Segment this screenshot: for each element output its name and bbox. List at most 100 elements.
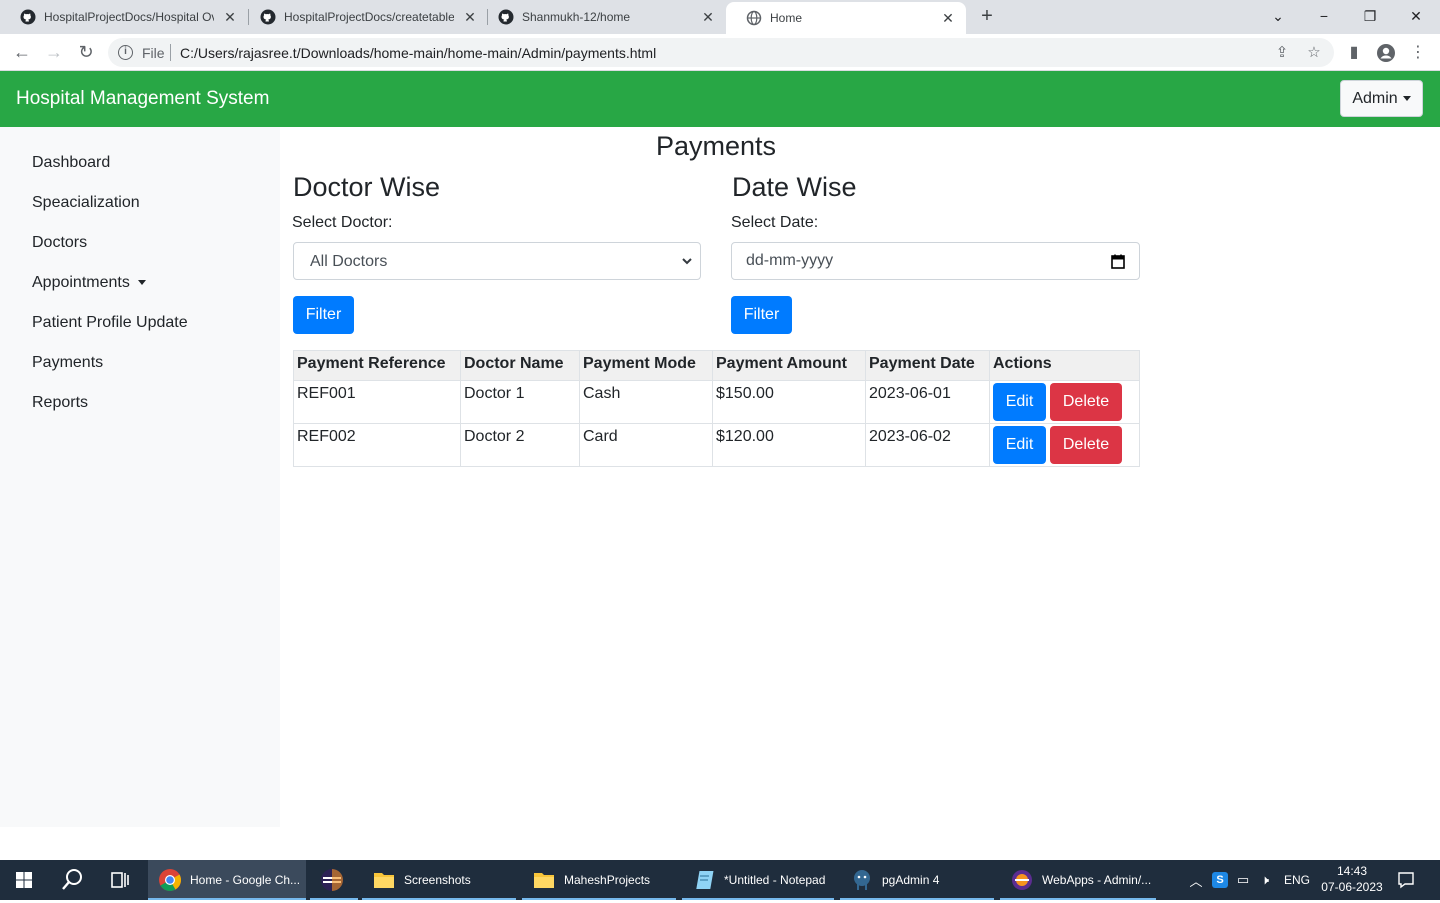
payments-table: Payment Reference Doctor Name Payment Mo… [293, 350, 1140, 467]
delete-button[interactable]: Delete [1050, 383, 1122, 421]
brand-title[interactable]: Hospital Management System [16, 88, 269, 110]
taskbar-app-label: *Untitled - Notepad [724, 873, 826, 887]
cell-payment-date: 2023-06-01 [865, 380, 990, 424]
side-panel-icon[interactable]: ▮ [1342, 41, 1366, 65]
edit-button[interactable]: Edit [993, 426, 1046, 464]
sidebar-item-specialization[interactable]: Speacialization [32, 194, 140, 212]
taskbar-app-label: Home - Google Ch... [190, 873, 301, 887]
clock-time: 14:43 [1336, 864, 1368, 878]
url-text[interactable]: C:/Users/rajasree.t/Downloads/home-main/… [180, 45, 656, 61]
sidebar-item-dashboard[interactable]: Dashboard [32, 154, 110, 172]
taskbar-app-maheshprojects[interactable]: MaheshProjects [522, 860, 676, 900]
skype-icon[interactable]: S [1212, 872, 1228, 888]
back-icon[interactable]: ← [10, 40, 34, 64]
new-tab-icon[interactable]: + [976, 6, 998, 28]
cell-actions: Edit Delete [989, 380, 1140, 424]
volume-muted-icon[interactable]: 🕨 [1254, 872, 1276, 888]
tab-title: HospitalProjectDocs/createtables [284, 10, 454, 24]
notifications-icon[interactable] [1396, 870, 1416, 890]
minimize-icon[interactable]: − [1312, 4, 1336, 28]
share-icon[interactable]: ⇪ [1272, 43, 1292, 63]
reload-icon[interactable]: ↻ [74, 40, 98, 64]
col-header-doctor-name: Doctor Name [460, 350, 580, 381]
restore-icon[interactable]: ❐ [1358, 4, 1382, 28]
cell-payment-amount: $150.00 [712, 380, 866, 424]
cell-payment-reference: REF001 [293, 380, 461, 424]
doctor-wise-heading: Doctor Wise [293, 172, 441, 202]
browser-tab[interactable]: HospitalProjectDocs/createtables ✕ [240, 0, 488, 34]
close-tab-icon[interactable]: ✕ [700, 9, 716, 26]
table-row: REF001 Doctor 1 Cash $150.00 2023-06-01 … [293, 380, 1140, 424]
doctor-filter-button[interactable]: Filter [293, 296, 354, 334]
close-tab-icon[interactable]: ✕ [462, 9, 478, 26]
browser-tab-active[interactable]: Home ✕ [726, 2, 966, 34]
tab-search-icon[interactable]: ⌄ [1266, 4, 1290, 28]
col-header-payment-amount: Payment Amount [712, 350, 866, 381]
close-tab-icon[interactable]: ✕ [940, 10, 956, 27]
delete-button[interactable]: Delete [1050, 426, 1122, 464]
forward-icon[interactable]: → [42, 40, 66, 64]
select-date-label: Select Date: [731, 214, 819, 231]
admin-dropdown-button[interactable]: Admin [1340, 80, 1423, 117]
page-title: Payments [655, 131, 777, 161]
col-header-payment-reference: Payment Reference [293, 350, 461, 381]
browser-tab[interactable]: Shanmukh-12/home ✕ [478, 0, 726, 34]
col-header-actions: Actions [989, 350, 1140, 381]
sidebar-item-reports[interactable]: Reports [32, 394, 88, 412]
folder-icon [534, 873, 554, 888]
col-header-payment-date: Payment Date [865, 350, 990, 381]
cell-payment-mode: Cash [579, 380, 713, 424]
cell-doctor-name: Doctor 1 [460, 380, 580, 424]
pgadmin-icon [854, 870, 870, 890]
github-icon [260, 9, 276, 25]
sidebar-item-label: Appointments [32, 274, 130, 291]
tab-title: Shanmukh-12/home [522, 10, 631, 24]
date-filter-button[interactable]: Filter [731, 296, 792, 334]
bookmark-star-icon[interactable]: ☆ [1304, 43, 1324, 63]
profile-avatar-icon[interactable] [1374, 41, 1398, 65]
info-icon[interactable]: i [118, 45, 133, 60]
address-bar[interactable]: i File C:/Users/rajasree.t/Downloads/hom… [108, 38, 1334, 67]
taskbar-app-pgadmin[interactable]: pgAdmin 4 [840, 860, 994, 900]
windows-start-icon[interactable] [0, 860, 48, 900]
sidebar-item-patient-profile-update[interactable]: Patient Profile Update [32, 314, 188, 332]
more-menu-icon[interactable]: ⋮ [1406, 41, 1430, 65]
globe-icon [746, 10, 762, 26]
browser-tab-strip: HospitalProjectDocs/Hospital Ov ✕ Hospit… [0, 0, 1440, 34]
admin-label: Admin [1352, 89, 1398, 107]
notepad-icon [696, 871, 714, 889]
taskbar-app-chrome[interactable]: Home - Google Ch... [148, 860, 306, 900]
calendar-icon[interactable] [1111, 254, 1125, 269]
task-view-icon[interactable] [96, 860, 144, 900]
sidebar-item-doctors[interactable]: Doctors [32, 234, 87, 252]
taskbar-app-label: Screenshots [404, 873, 471, 887]
system-tray: ︿ S ▭ 🕨 ENG [1186, 860, 1310, 900]
taskbar-app-webapps[interactable]: WebApps - Admin/... [1000, 860, 1156, 900]
chevron-up-icon[interactable]: ︿ [1186, 871, 1206, 890]
close-tab-icon[interactable]: ✕ [222, 9, 238, 26]
browser-tab[interactable]: HospitalProjectDocs/Hospital Ov ✕ [0, 0, 248, 34]
sidebar-item-appointments[interactable]: Appointments [32, 274, 146, 292]
date-input[interactable]: dd-mm-yyyy [731, 242, 1140, 280]
clock[interactable]: 14:43 07-06-2023 [1316, 863, 1388, 895]
caret-down-icon [1402, 96, 1411, 101]
url-scheme: File [142, 45, 165, 61]
cell-actions: Edit Delete [989, 423, 1140, 467]
taskbar-app-notepad[interactable]: *Untitled - Notepad [682, 860, 834, 900]
sidebar-item-payments[interactable]: Payments [32, 354, 103, 372]
taskbar-app-label: pgAdmin 4 [882, 873, 940, 887]
cell-payment-amount: $120.00 [712, 423, 866, 467]
caret-down-icon [137, 280, 146, 286]
doctor-select[interactable]: All Doctors [293, 242, 701, 280]
taskbar-app-screenshots[interactable]: Screenshots [362, 860, 516, 900]
search-icon[interactable] [48, 860, 96, 900]
edit-button[interactable]: Edit [993, 383, 1046, 421]
language-indicator[interactable]: ENG [1284, 873, 1310, 887]
close-window-icon[interactable]: ✕ [1404, 4, 1428, 28]
date-wise-heading: Date Wise [732, 172, 857, 202]
taskbar-app-eclipse[interactable] [310, 860, 358, 900]
network-icon[interactable]: ▭ [1232, 872, 1254, 888]
taskbar-app-label: MaheshProjects [564, 873, 651, 887]
browser-toolbar: ← → ↻ i File C:/Users/rajasree.t/Downloa… [0, 34, 1440, 71]
cell-payment-mode: Card [579, 423, 713, 467]
